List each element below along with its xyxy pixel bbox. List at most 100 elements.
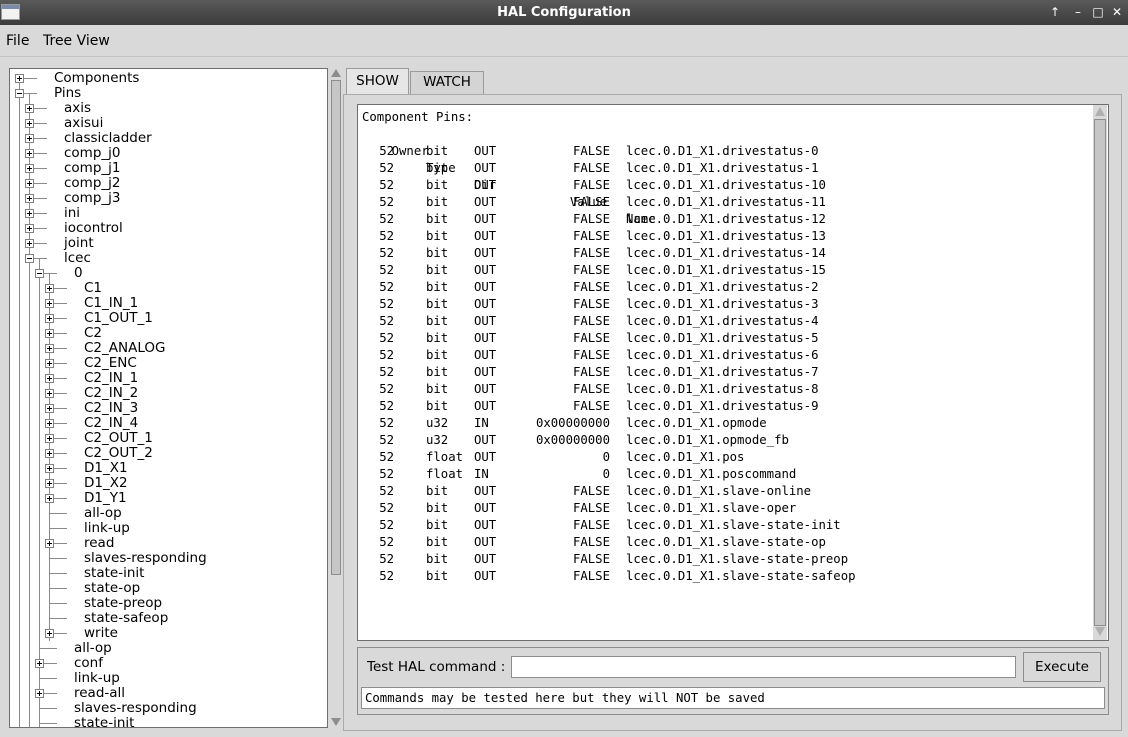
tree-item[interactable]: state-init [84, 566, 144, 581]
tree-item[interactable]: C2_IN_3 [84, 401, 138, 416]
expand-icon[interactable] [45, 464, 54, 473]
output-scroll-down-icon[interactable] [1095, 627, 1105, 636]
tree-item[interactable]: axis [64, 101, 91, 116]
output-scroll-thumb[interactable] [1094, 119, 1106, 626]
menu-file[interactable]: File [6, 33, 29, 49]
tree-item[interactable]: C2 [84, 326, 102, 341]
tree-item[interactable]: C2_ANALOG [84, 341, 165, 356]
tree-item[interactable]: C2_IN_4 [84, 416, 138, 431]
tree-item[interactable]: state-op [84, 581, 140, 596]
pin-owner: 52 [379, 365, 394, 379]
maximize-icon[interactable]: □ [1089, 4, 1107, 21]
collapse-icon[interactable] [25, 254, 34, 263]
tree-item[interactable]: read [84, 536, 114, 551]
tree-item[interactable]: link-up [74, 671, 120, 686]
tree-item[interactable]: conf [74, 656, 103, 671]
tree-item[interactable]: comp_j1 [64, 161, 121, 176]
tree-item[interactable]: iocontrol [64, 221, 123, 236]
expand-icon[interactable] [45, 284, 54, 293]
output-scrollbar[interactable] [1093, 105, 1107, 640]
tree-scrollbar[interactable] [330, 68, 342, 728]
output-text-area[interactable]: Component Pins: Owner Type Dir Value Nam… [357, 104, 1109, 641]
tree-scroll-thumb[interactable] [331, 80, 341, 575]
expand-icon[interactable] [25, 104, 34, 113]
expand-icon[interactable] [25, 179, 34, 188]
tree-item[interactable]: state-init [74, 716, 134, 728]
tab-show[interactable]: SHOW [346, 68, 409, 94]
tree-item[interactable]: D1_X2 [84, 476, 128, 491]
expand-icon[interactable] [25, 239, 34, 248]
tree-item[interactable]: all-op [74, 641, 112, 656]
tree-item[interactable]: C2_IN_2 [84, 386, 138, 401]
tree-scroll-up-icon[interactable] [331, 69, 341, 77]
collapse-icon[interactable] [35, 269, 44, 278]
expand-icon[interactable] [45, 374, 54, 383]
expand-icon[interactable] [45, 449, 54, 458]
keep-above-icon[interactable]: ↑ [1046, 4, 1064, 21]
expand-icon[interactable] [45, 419, 54, 428]
tree-item[interactable]: comp_j3 [64, 191, 121, 206]
tree-item[interactable]: C1_OUT_1 [84, 311, 153, 326]
pin-name: lcec.0.D1_X1.drivestatus-4 [626, 314, 819, 328]
tree-item[interactable]: comp_j0 [64, 146, 121, 161]
tree-item[interactable]: ini [64, 206, 80, 221]
expand-icon[interactable] [15, 74, 24, 83]
tree-item[interactable]: axisui [64, 116, 103, 131]
tab-watch[interactable]: WATCH [410, 71, 484, 94]
expand-icon[interactable] [25, 119, 34, 128]
tree-item[interactable]: comp_j2 [64, 176, 121, 191]
close-icon[interactable]: ✕ [1108, 4, 1126, 21]
tree-item[interactable]: 0 [74, 266, 83, 281]
tree-item[interactable]: write [84, 626, 118, 641]
expand-icon[interactable] [25, 134, 34, 143]
output-scroll-up-icon[interactable] [1095, 107, 1105, 116]
tree-item[interactable]: C2_OUT_2 [84, 446, 153, 461]
tree-item[interactable]: D1_X1 [84, 461, 128, 476]
minimize-icon[interactable]: – [1069, 4, 1087, 21]
pin-type: bit [426, 382, 449, 396]
expand-icon[interactable] [45, 404, 54, 413]
tree-item[interactable]: C1_IN_1 [84, 296, 138, 311]
tree-item[interactable]: state-preop [84, 596, 162, 611]
menu-tree-view[interactable]: Tree View [43, 33, 110, 49]
command-input[interactable] [511, 656, 1016, 678]
expand-icon[interactable] [45, 329, 54, 338]
tree-item[interactable]: D1_Y1 [84, 491, 127, 506]
expand-icon[interactable] [45, 479, 54, 488]
expand-icon[interactable] [45, 434, 54, 443]
expand-icon[interactable] [25, 209, 34, 218]
execute-button[interactable]: Execute [1023, 652, 1101, 682]
tree-item[interactable]: all-op [84, 506, 122, 521]
tree-item[interactable]: C2_OUT_1 [84, 431, 153, 446]
expand-icon[interactable] [45, 494, 54, 503]
expand-icon[interactable] [25, 149, 34, 158]
tree-item[interactable]: Pins [54, 86, 81, 101]
expand-icon[interactable] [35, 659, 44, 668]
tree-item[interactable]: joint [64, 236, 94, 251]
tree-item[interactable]: slaves-responding [74, 701, 197, 716]
tree-item[interactable]: state-safeop [84, 611, 168, 626]
collapse-icon[interactable] [15, 89, 24, 98]
expand-icon[interactable] [35, 689, 44, 698]
expand-icon[interactable] [45, 344, 54, 353]
tree-item[interactable]: lcec [64, 251, 91, 266]
expand-icon[interactable] [45, 389, 54, 398]
expand-icon[interactable] [25, 164, 34, 173]
expand-icon[interactable] [45, 314, 54, 323]
expand-icon[interactable] [45, 539, 54, 548]
expand-icon[interactable] [45, 359, 54, 368]
tree-item[interactable]: C2_ENC [84, 356, 137, 371]
expand-icon[interactable] [25, 194, 34, 203]
tree-item[interactable]: read-all [74, 686, 125, 701]
tree-scroll-down-icon[interactable] [331, 718, 341, 726]
tree-item[interactable]: C1 [84, 281, 102, 296]
tree-item[interactable]: classicladder [64, 131, 152, 146]
expand-icon[interactable] [45, 629, 54, 638]
expand-icon[interactable] [45, 299, 54, 308]
expand-icon[interactable] [25, 224, 34, 233]
tree-item[interactable]: slaves-responding [84, 551, 207, 566]
tree-view[interactable]: Components Pins axis axisui classicladder com… [9, 68, 328, 728]
tree-item[interactable]: C2_IN_1 [84, 371, 138, 386]
tree-item[interactable]: link-up [84, 521, 130, 536]
tree-item[interactable]: Components [54, 71, 139, 86]
